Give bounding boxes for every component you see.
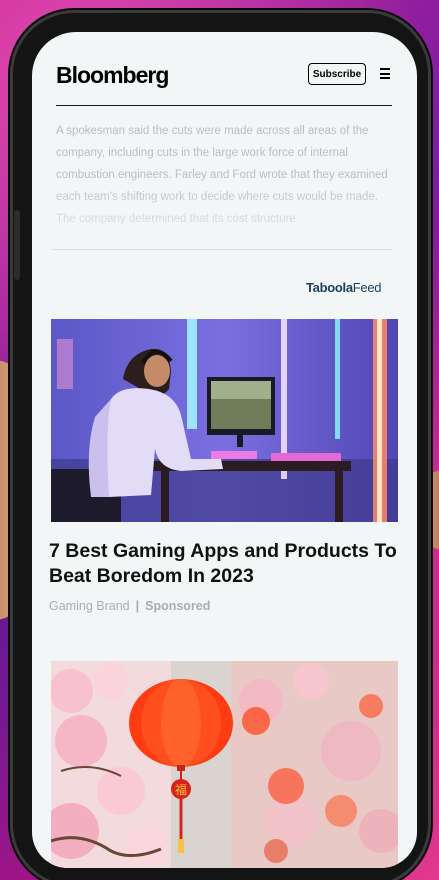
phone-screen: Bloomberg Subscribe A spokesman said the… [32, 32, 417, 868]
section-divider [51, 249, 393, 250]
site-header: Bloomberg Subscribe [32, 32, 417, 107]
lanterns-blossoms-illustration: 福 [51, 661, 398, 868]
gaming-card-image[interactable] [51, 319, 398, 522]
taboola-feed-label: Feed [352, 280, 382, 295]
phone-side-button [14, 210, 20, 280]
bloomberg-logo[interactable]: Bloomberg [56, 62, 169, 89]
meta-separator: | [135, 599, 140, 613]
gaming-card-title[interactable]: 7 Best Gaming Apps and Products To Beat … [49, 539, 399, 589]
card-source[interactable]: Gaming Brand [49, 599, 130, 613]
gaming-card-meta: Gaming Brand | Sponsored [49, 599, 210, 613]
subscribe-button[interactable]: Subscribe [308, 63, 366, 85]
taboola-feed-logo[interactable]: TaboolaFeed [306, 280, 382, 295]
sponsored-label: Sponsored [145, 599, 211, 613]
taboola-brand: Taboola [306, 280, 353, 295]
gamer-at-desk-illustration [51, 319, 398, 522]
hamburger-menu-icon[interactable] [380, 68, 391, 79]
lantern-charm-glyph: 福 [175, 782, 187, 797]
article-fade-overlay [32, 182, 417, 232]
header-divider [56, 105, 392, 106]
lantern-card-image[interactable]: 福 [51, 661, 398, 868]
